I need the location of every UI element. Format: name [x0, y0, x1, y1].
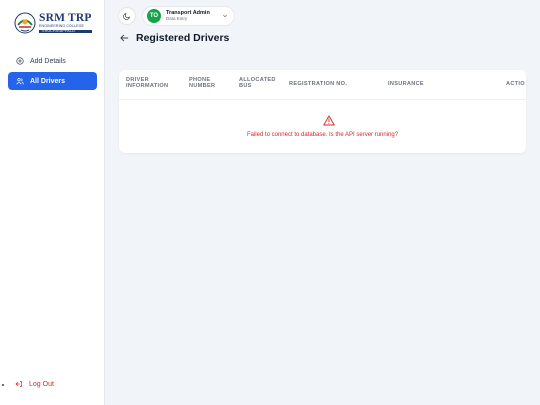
college-logo[interactable]: SRM TRP ENGINEERING COLLEGE TIRUCHIRAPPA… [14, 12, 94, 34]
plus-circle-icon [16, 57, 24, 65]
logout-button[interactable]: Log Out [15, 380, 54, 388]
user-menu[interactable]: TO Transport Admin Data Entry [142, 6, 235, 26]
logout-label: Log Out [29, 380, 54, 388]
error-message: Failed to connect to database. Is the AP… [246, 132, 399, 138]
avatar: TO [147, 9, 161, 23]
sidebar-item-all-drivers[interactable]: All Drivers [8, 72, 97, 90]
table-header: DRIVER INFORMATION PHONE NUMBER ALLOCATE… [119, 70, 526, 100]
brand-location: TIRUCHIRAPPALLI [39, 29, 92, 34]
sidebar-item-add-details[interactable]: Add Details [8, 52, 97, 70]
chevron-down-icon [223, 14, 227, 18]
user-role: Data Entry [166, 15, 188, 21]
page-title: Registered Drivers [136, 32, 230, 44]
column-header-driver-information[interactable]: DRIVER INFORMATION [126, 77, 178, 90]
column-header-registration-no[interactable]: REGISTRATION NO. [289, 81, 347, 87]
column-header-insurance[interactable]: INSURANCE [388, 81, 424, 87]
brand-name: SRM TRP [39, 11, 92, 24]
column-header-phone-number[interactable]: PHONE NUMBER [189, 77, 223, 90]
logout-icon [15, 381, 22, 387]
column-header-actions[interactable]: ACTIO [506, 81, 525, 87]
sidebar-item-label: Add Details [30, 57, 66, 65]
column-header-allocated-bus[interactable]: ALLOCATED BUS [239, 77, 275, 90]
back-arrow-icon[interactable] [119, 33, 129, 43]
sidebar-item-label: All Drivers [30, 77, 66, 85]
users-icon [16, 78, 24, 85]
decorative-dot [2, 384, 4, 386]
sidebar: SRM TRP ENGINEERING COLLEGE TIRUCHIRAPPA… [0, 0, 105, 405]
college-emblem-icon [14, 12, 36, 34]
drivers-table: DRIVER INFORMATION PHONE NUMBER ALLOCATE… [119, 70, 526, 153]
moon-icon [123, 13, 130, 20]
theme-toggle-button[interactable] [118, 7, 136, 25]
warning-icon [323, 115, 335, 126]
